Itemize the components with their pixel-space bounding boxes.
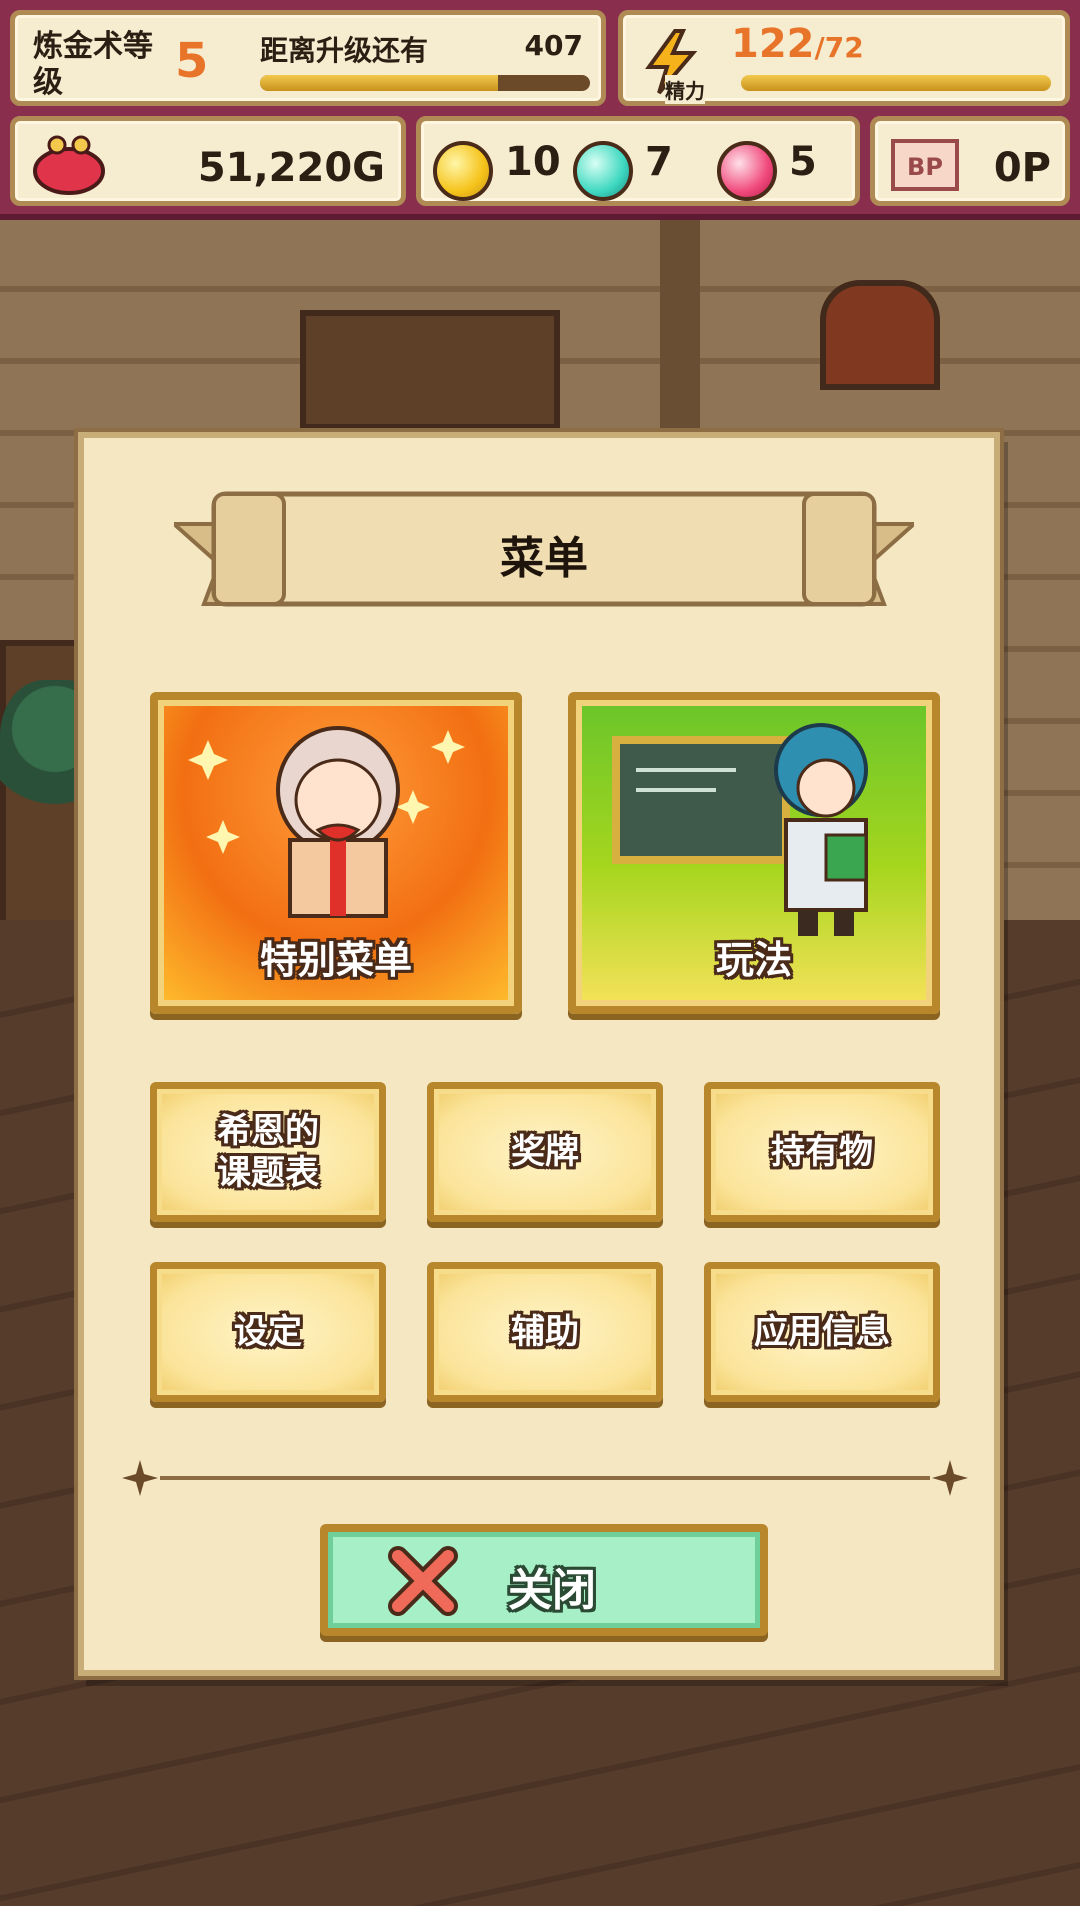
energy-label: 精力 — [665, 75, 705, 104]
close-label: 关闭 — [508, 1565, 596, 1616]
level-progress-fill — [260, 75, 498, 91]
inventory-button[interactable]: 持有物 — [704, 1082, 940, 1222]
app-info-label: 应用信息 — [754, 1312, 890, 1352]
next-level-label: 距离升级还有 — [260, 34, 429, 67]
close-button[interactable]: 关闭 — [320, 1524, 768, 1636]
medals-button[interactable]: 奖牌 — [427, 1082, 663, 1222]
energy-bar — [741, 75, 1051, 91]
next-level-remaining: 407 — [524, 29, 583, 62]
close-x-icon — [388, 1546, 458, 1616]
pink-gem-count: 5 — [789, 139, 817, 185]
money-panel: 51,220G — [10, 116, 406, 206]
money-amount: 51,220G — [197, 145, 385, 191]
teal-gem-icon — [573, 141, 633, 201]
assist-button[interactable]: 辅助 — [427, 1262, 663, 1402]
special-menu-label: 特别菜单 — [259, 938, 412, 982]
pink-gem-icon — [717, 141, 777, 201]
energy-max: /72 — [814, 31, 864, 64]
settings-button[interactable]: 设定 — [150, 1262, 386, 1402]
menu-title: 菜单 — [500, 533, 588, 584]
level-progress-bar — [260, 75, 590, 91]
energy-panel: 精力 122/72 — [618, 10, 1070, 106]
how-to-play-button[interactable]: 玩法 — [568, 692, 940, 1014]
energy-value: 122/72 — [731, 21, 864, 67]
app-info-button[interactable]: 应用信息 — [704, 1262, 940, 1402]
menu-dialog: 菜单 特别菜单 玩法 希恩的 课题表 奖牌 持有物 设定 辅助 应用信息 关闭 — [78, 432, 1000, 1676]
teal-gem-count: 7 — [645, 139, 673, 185]
alchemy-level-value: 5 — [175, 33, 209, 89]
alchemy-level-panel: 炼金术等级 5 距离升级还有 407 — [10, 10, 606, 106]
shin-task-list-label: 希恩的 课题表 — [217, 1111, 319, 1193]
teacher-chalkboard-illustration — [612, 723, 868, 936]
ornamental-divider — [122, 1460, 968, 1496]
menu-title-banner: 菜单 — [174, 484, 914, 624]
gift-girl-illustration — [188, 726, 465, 918]
medals-label: 奖牌 — [511, 1132, 579, 1172]
svg-text:BP: BP — [907, 153, 943, 181]
gem-panel: 10 7 5 — [416, 116, 860, 206]
energy-current: 122 — [731, 21, 815, 67]
bp-value: 0P — [993, 145, 1051, 191]
energy-bar-fill — [741, 75, 1051, 91]
how-to-play-label: 玩法 — [715, 938, 792, 982]
shin-task-list-button[interactable]: 希恩的 课题表 — [150, 1082, 386, 1222]
assist-label: 辅助 — [511, 1312, 579, 1352]
coin-purse-icon — [33, 135, 105, 195]
yellow-gem-icon — [433, 141, 493, 201]
settings-label: 设定 — [234, 1312, 302, 1352]
bp-panel: BP 0P — [870, 116, 1070, 206]
top-hud: 炼金术等级 5 距离升级还有 407 精力 122/72 51,220G 10 — [0, 0, 1080, 220]
yellow-gem-count: 10 — [505, 139, 561, 185]
inventory-label: 持有物 — [771, 1132, 873, 1172]
special-menu-button[interactable]: 特别菜单 — [150, 692, 522, 1014]
alchemy-level-label: 炼金术等级 — [33, 29, 153, 100]
bp-ticket-icon: BP — [891, 139, 959, 191]
